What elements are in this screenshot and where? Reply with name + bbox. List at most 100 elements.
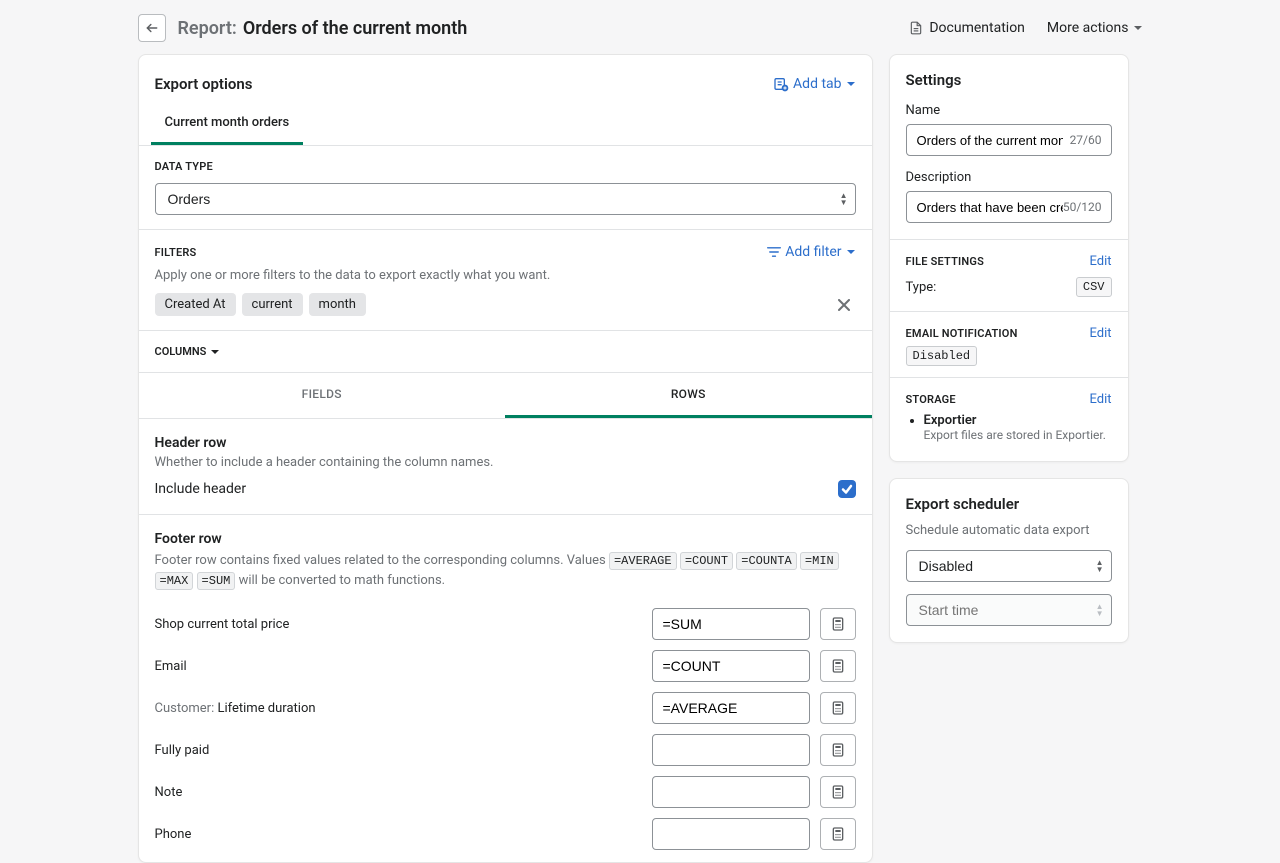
tab-current-month-orders[interactable]: Current month orders (151, 105, 304, 145)
calculator-icon (830, 784, 846, 800)
footer-row-item: Email (155, 650, 856, 682)
storage-item: Exportier (924, 413, 977, 428)
scheduler-panel: Export scheduler Schedule automatic data… (889, 478, 1129, 643)
footer-row-item: Note (155, 776, 856, 808)
file-settings-edit[interactable]: Edit (1089, 254, 1111, 269)
footer-value-input[interactable] (652, 692, 810, 724)
scheduler-state-select[interactable] (906, 550, 1112, 582)
footer-value-input[interactable] (652, 608, 810, 640)
data-type-select[interactable] (155, 183, 856, 215)
columns-label: COLUMNS (155, 345, 207, 358)
add-filter-label: Add filter (785, 244, 841, 260)
calculator-icon (830, 616, 846, 632)
footer-rows-list: Shop current total priceEmailCustomer: L… (139, 596, 872, 862)
footer-row-item: Shop current total price (155, 608, 856, 640)
footer-row-label: Email (155, 659, 642, 674)
scheduler-desc: Schedule automatic data export (906, 523, 1112, 538)
footer-calc-button[interactable] (820, 776, 856, 808)
scheduler-title: Export scheduler (906, 495, 1112, 513)
calculator-icon (830, 700, 846, 716)
footer-value-input[interactable] (652, 734, 810, 766)
footer-calc-button[interactable] (820, 818, 856, 850)
filter-chip-field[interactable]: Created At (155, 293, 236, 316)
footer-row-label: Note (155, 785, 642, 800)
remove-filter-button[interactable] (832, 297, 856, 313)
footer-row-label: Shop current total price (155, 617, 642, 632)
footer-calc-button[interactable] (820, 734, 856, 766)
add-filter-button[interactable]: Add filter (767, 244, 855, 260)
export-options-panel: Export options Add tab Current month ord… (138, 54, 873, 863)
filters-label: FILTERS (155, 246, 197, 259)
caret-down-icon (846, 247, 856, 257)
document-icon (909, 20, 923, 36)
export-options-title: Export options (155, 75, 253, 93)
calculator-icon (830, 742, 846, 758)
storage-label: STORAGE (906, 393, 956, 406)
top-bar: Report: Orders of the current month Docu… (138, 10, 1143, 54)
file-settings-label: FILE SETTINGS (906, 255, 985, 268)
footer-row-label: Phone (155, 827, 642, 842)
documentation-label: Documentation (929, 20, 1025, 36)
name-label: Name (906, 103, 1112, 118)
add-tab-icon (773, 76, 789, 92)
tab-rows[interactable]: ROWS (505, 373, 872, 418)
type-label: Type: (906, 280, 937, 295)
footer-value-input[interactable] (652, 818, 810, 850)
calculator-icon (830, 826, 846, 842)
storage-block: STORAGE Edit Exportier Export files are … (906, 378, 1112, 445)
columns-toggle[interactable]: COLUMNS (139, 331, 872, 373)
back-button[interactable] (138, 14, 166, 42)
title-prefix: Report: (178, 18, 237, 39)
data-type-label: DATA TYPE (155, 160, 856, 173)
footer-value-input[interactable] (652, 776, 810, 808)
header-row-desc: Whether to include a header containing t… (155, 455, 856, 470)
storage-sub: Export files are stored in Exportier. (924, 428, 1106, 442)
email-edit[interactable]: Edit (1089, 326, 1111, 341)
footer-calc-button[interactable] (820, 608, 856, 640)
footer-calc-button[interactable] (820, 692, 856, 724)
storage-edit[interactable]: Edit (1089, 392, 1111, 407)
documentation-link[interactable]: Documentation (909, 20, 1025, 36)
settings-title: Settings (906, 71, 1112, 89)
settings-panel: Settings Name 27/60 Description 50/120 F… (889, 54, 1129, 462)
check-icon (841, 483, 853, 495)
select-sort-icon: ▲▼ (1096, 603, 1104, 617)
more-actions-label: More actions (1047, 20, 1129, 36)
add-tab-label: Add tab (793, 76, 841, 92)
calculator-icon (830, 658, 846, 674)
footer-row-label: Fully paid (155, 743, 642, 758)
description-label: Description (906, 170, 1112, 185)
header-row-section: Header row Whether to include a header c… (139, 419, 872, 515)
file-settings-block: FILE SETTINGS Edit Type: CSV (906, 240, 1112, 311)
email-notification-block: EMAIL NOTIFICATION Edit Disabled (906, 312, 1112, 377)
export-tabs: Current month orders (139, 105, 872, 146)
more-actions-button[interactable]: More actions (1047, 20, 1143, 36)
filters-desc: Apply one or more filters to the data to… (155, 268, 856, 283)
filters-section: FILTERS Add filter Apply one or more fil… (139, 230, 872, 331)
add-tab-button[interactable]: Add tab (773, 76, 855, 92)
data-type-section: DATA TYPE ▲▼ (139, 146, 872, 230)
type-value: CSV (1076, 277, 1112, 297)
description-char-count: 50/120 (1063, 200, 1102, 214)
footer-calc-button[interactable] (820, 650, 856, 682)
select-sort-icon: ▲▼ (840, 192, 848, 206)
caret-down-icon (1133, 23, 1143, 33)
footer-value-input[interactable] (652, 650, 810, 682)
filter-chip-value[interactable]: month (309, 293, 366, 316)
caret-down-icon (846, 79, 856, 89)
page-title: Orders of the current month (243, 18, 468, 39)
tab-fields[interactable]: FIELDS (139, 373, 506, 418)
inner-tabs: FIELDS ROWS (139, 373, 872, 419)
filter-icon (767, 246, 781, 258)
footer-row-item: Fully paid (155, 734, 856, 766)
footer-row-title: Footer row (155, 531, 856, 547)
footer-row-section: Footer row Footer row contains fixed val… (139, 515, 872, 596)
scheduler-start-select[interactable] (906, 594, 1112, 626)
filter-chip-op[interactable]: current (242, 293, 303, 316)
footer-row-desc: Footer row contains fixed values related… (155, 551, 856, 590)
include-header-label: Include header (155, 481, 247, 497)
include-header-checkbox[interactable] (838, 480, 856, 498)
header-row-title: Header row (155, 435, 856, 451)
select-sort-icon: ▲▼ (1096, 559, 1104, 573)
name-char-count: 27/60 (1070, 133, 1102, 147)
